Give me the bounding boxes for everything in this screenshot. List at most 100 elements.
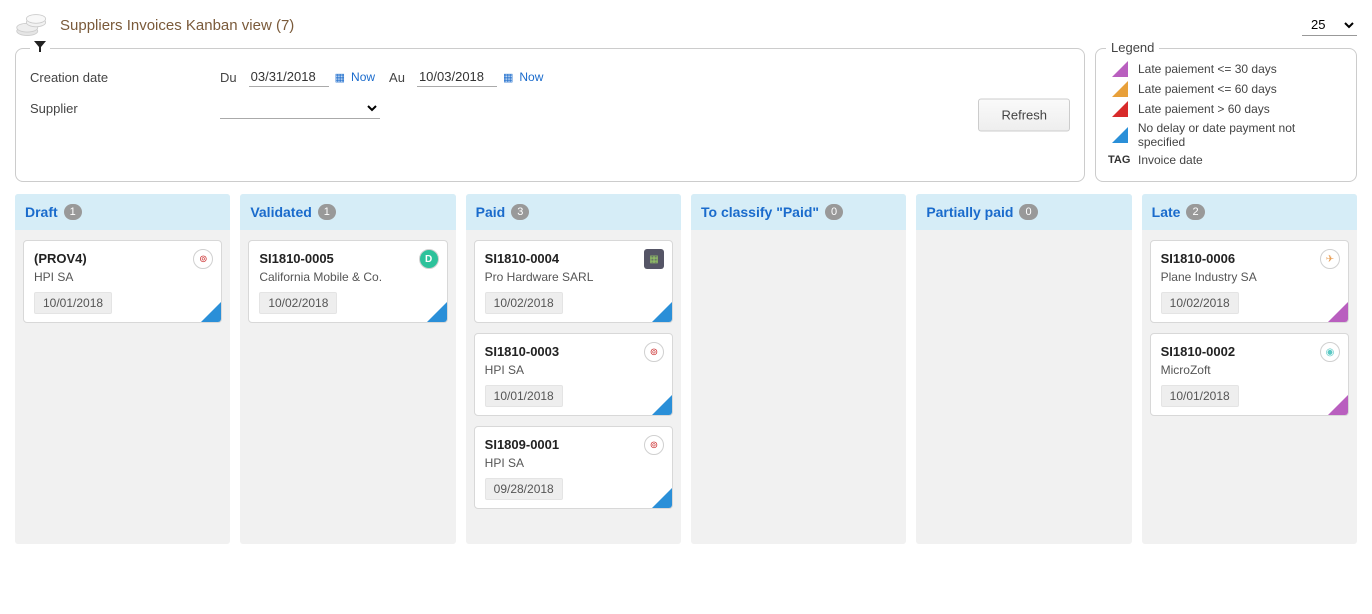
now-link-to[interactable]: Now	[519, 70, 543, 84]
supplier-logo-icon: ⊚	[644, 435, 664, 455]
count-badge: 1	[318, 204, 336, 220]
page-size-select[interactable]: 25	[1302, 14, 1357, 36]
count-badge: 3	[511, 204, 529, 220]
calendar-icon[interactable]: ▦	[335, 71, 345, 84]
legend-tag-text: Invoice date	[1138, 153, 1203, 167]
count-badge: 0	[1019, 204, 1037, 220]
column-title: Paid	[476, 204, 506, 220]
card-id: SI1809-0001	[485, 437, 662, 452]
card-status-triangle-icon	[1328, 302, 1348, 322]
card-id: SI1810-0004	[485, 251, 662, 266]
legend-items: Late paiement <= 30 days Late paiement <=…	[1108, 61, 1344, 149]
from-label: Du	[220, 70, 237, 85]
card-date-badge: 10/01/2018	[34, 292, 112, 314]
column-title: Draft	[25, 204, 58, 220]
column-title: Late	[1152, 204, 1181, 220]
date-from-input[interactable]	[249, 67, 329, 87]
invoice-card[interactable]: (PROV4) HPI SA 10/01/2018 ⊚	[23, 240, 222, 323]
kanban-column: Validated 1 SI1810-0005 California Mobile &…	[240, 194, 455, 544]
to-label: Au	[389, 70, 405, 85]
header-left: Suppliers Invoices Kanban view (7)	[15, 10, 294, 40]
card-id: SI1810-0006	[1161, 251, 1338, 266]
legend-row: Late paiement <= 60 days	[1108, 81, 1344, 97]
now-link-from[interactable]: Now	[351, 70, 375, 84]
invoice-card[interactable]: SI1810-0005 California Mobile & Co. 10/02/…	[248, 240, 447, 323]
invoice-card[interactable]: SI1810-0006 Plane Industry SA 10/02/2018 ✈	[1150, 240, 1349, 323]
date-to-field: Au ▦ Now	[389, 67, 557, 87]
card-supplier: California Mobile & Co.	[259, 270, 436, 284]
card-supplier: HPI SA	[34, 270, 211, 284]
card-supplier: HPI SA	[485, 456, 662, 470]
card-id: (PROV4)	[34, 251, 211, 266]
card-date-badge: 09/28/2018	[485, 478, 563, 500]
top-row: Creation date Du ▦ Now Au ▦ Now Supplier…	[15, 48, 1357, 182]
coins-icon	[15, 10, 50, 40]
filter-row-supplier: Supplier	[30, 97, 1070, 119]
card-id: SI1810-0002	[1161, 344, 1338, 359]
count-badge: 1	[64, 204, 82, 220]
legend-row: Late paiement > 60 days	[1108, 101, 1344, 117]
supplier-logo-icon: ▦	[644, 249, 664, 269]
creation-date-label: Creation date	[30, 70, 220, 85]
column-title: Partially paid	[926, 204, 1013, 220]
column-title: Validated	[250, 204, 311, 220]
page-header: Suppliers Invoices Kanban view (7) 25	[15, 10, 1357, 40]
column-header: To classify "Paid" 0	[691, 194, 906, 230]
supplier-select[interactable]	[220, 97, 380, 119]
refresh-button[interactable]: Refresh	[978, 99, 1070, 132]
legend-label: Late paiement > 60 days	[1138, 102, 1270, 116]
legend-label: No delay or date payment not specified	[1138, 121, 1344, 149]
card-date-badge: 10/02/2018	[1161, 292, 1239, 314]
card-date-badge: 10/02/2018	[485, 292, 563, 314]
legend-row: No delay or date payment not specified	[1108, 121, 1344, 149]
kanban-column: Late 2 SI1810-0006 Plane Industry SA 10/02/2…	[1142, 194, 1357, 544]
legend-box: Legend Late paiement <= 30 daysLate paie…	[1095, 48, 1357, 182]
filter-icon	[30, 41, 50, 56]
column-header: Draft 1	[15, 194, 230, 230]
card-status-triangle-icon	[1328, 395, 1348, 415]
legend-row: Late paiement <= 30 days	[1108, 61, 1344, 77]
calendar-icon[interactable]: ▦	[503, 71, 513, 84]
supplier-logo-icon: ◉	[1320, 342, 1340, 362]
supplier-logo-icon: ⊚	[193, 249, 213, 269]
supplier-logo-icon: D	[419, 249, 439, 269]
card-supplier: Pro Hardware SARL	[485, 270, 662, 284]
count-badge: 0	[825, 204, 843, 220]
legend-tag-label: TAG	[1108, 154, 1128, 166]
legend-triangle-icon	[1108, 101, 1128, 117]
legend-title: Legend	[1106, 40, 1159, 55]
card-date-badge: 10/01/2018	[485, 385, 563, 407]
invoice-card[interactable]: SI1809-0001 HPI SA 09/28/2018 ⊚	[474, 426, 673, 509]
count-badge: 2	[1186, 204, 1204, 220]
legend-triangle-icon	[1108, 61, 1128, 77]
legend-triangle-icon	[1108, 81, 1128, 97]
card-date-badge: 10/01/2018	[1161, 385, 1239, 407]
legend-label: Late paiement <= 60 days	[1138, 82, 1277, 96]
card-status-triangle-icon	[201, 302, 221, 322]
card-id: SI1810-0005	[259, 251, 436, 266]
supplier-logo-icon: ✈	[1320, 249, 1340, 269]
date-to-input[interactable]	[417, 67, 497, 87]
card-status-triangle-icon	[652, 395, 672, 415]
invoice-card[interactable]: SI1810-0004 Pro Hardware SARL 10/02/2018 ▦	[474, 240, 673, 323]
legend-tag-row: TAG Invoice date	[1108, 153, 1344, 167]
kanban-column: Partially paid 0	[916, 194, 1131, 544]
column-header: Late 2	[1142, 194, 1357, 230]
column-title: To classify "Paid"	[701, 204, 819, 220]
legend-label: Late paiement <= 30 days	[1138, 62, 1277, 76]
page-title: Suppliers Invoices Kanban view (7)	[60, 17, 294, 34]
date-from-field: Du ▦ Now	[220, 67, 389, 87]
card-id: SI1810-0003	[485, 344, 662, 359]
invoice-card[interactable]: SI1810-0002MicroZoft10/01/2018◉	[1150, 333, 1349, 416]
card-date-badge: 10/02/2018	[259, 292, 337, 314]
invoice-card[interactable]: SI1810-0003HPI SA10/01/2018⊚	[474, 333, 673, 416]
kanban-column: To classify "Paid" 0	[691, 194, 906, 544]
column-header: Partially paid 0	[916, 194, 1131, 230]
legend-triangle-icon	[1108, 127, 1128, 143]
card-supplier: Plane Industry SA	[1161, 270, 1338, 284]
card-status-triangle-icon	[652, 302, 672, 322]
filter-row-date: Creation date Du ▦ Now Au ▦ Now	[30, 67, 1070, 87]
card-status-triangle-icon	[652, 488, 672, 508]
supplier-logo-icon: ⊚	[644, 342, 664, 362]
kanban-column: Paid 3 SI1810-0004 Pro Hardware SARL 10/02/2…	[466, 194, 681, 544]
